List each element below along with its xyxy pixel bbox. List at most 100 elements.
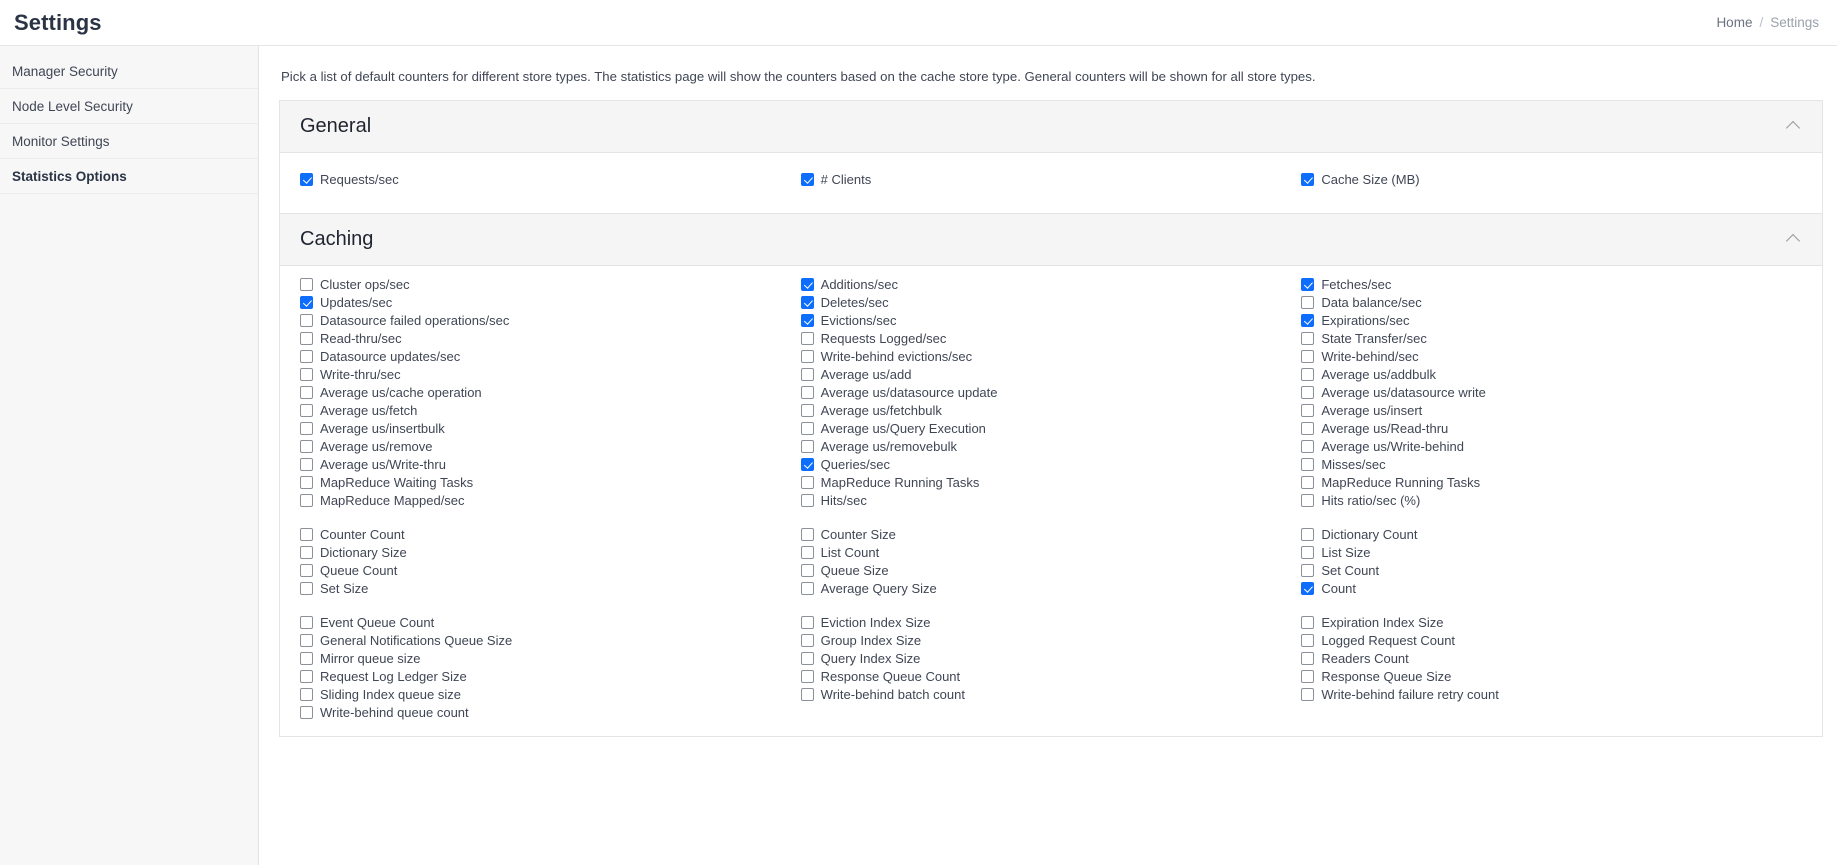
checkbox-row[interactable]: Write-behind/sec [1301, 348, 1802, 366]
checkbox-row[interactable]: Write-behind evictions/sec [800, 348, 1302, 366]
checkbox-unchecked-icon[interactable] [800, 493, 814, 507]
checkbox-unchecked-icon[interactable] [300, 313, 313, 327]
checkbox-unchecked-icon[interactable] [1301, 687, 1315, 701]
checkbox-row[interactable]: Expiration Index Size [1301, 614, 1802, 632]
checkbox-checked-icon[interactable] [300, 172, 313, 186]
checkbox-unchecked-icon[interactable] [800, 475, 814, 489]
checkbox-row[interactable]: MapReduce Mapped/sec [300, 492, 801, 510]
checkbox-unchecked-icon[interactable] [800, 615, 814, 629]
checkbox-unchecked-icon[interactable] [300, 277, 313, 291]
checkbox-row[interactable]: Counter Size [800, 526, 1302, 544]
checkbox-checked-icon[interactable] [1301, 313, 1315, 327]
checkbox-checked-icon[interactable] [1301, 581, 1315, 595]
checkbox-row[interactable]: Response Queue Size [1301, 668, 1802, 686]
checkbox-unchecked-icon[interactable] [800, 669, 814, 683]
checkbox-row[interactable]: Request Log Ledger Size [300, 668, 801, 686]
checkbox-unchecked-icon[interactable] [300, 331, 313, 345]
section-header-caching[interactable]: Caching [280, 213, 1822, 266]
checkbox-checked-icon[interactable] [1301, 172, 1315, 186]
checkbox-row[interactable]: Datasource failed operations/sec [300, 312, 801, 330]
checkbox-unchecked-icon[interactable] [800, 385, 814, 399]
checkbox-unchecked-icon[interactable] [1301, 367, 1315, 381]
checkbox-row[interactable]: Expirations/sec [1301, 312, 1802, 330]
checkbox-unchecked-icon[interactable] [1301, 295, 1315, 309]
checkbox-row[interactable]: Write-behind failure retry count [1301, 686, 1802, 704]
checkbox-unchecked-icon[interactable] [1301, 493, 1315, 507]
checkbox-row[interactable]: Data balance/sec [1301, 294, 1802, 312]
sidebar-item-monitor-settings[interactable]: Monitor Settings [0, 124, 258, 159]
checkbox-unchecked-icon[interactable] [800, 581, 814, 595]
checkbox-unchecked-icon[interactable] [1301, 349, 1315, 363]
checkbox-row[interactable]: Query Index Size [800, 650, 1302, 668]
checkbox-unchecked-icon[interactable] [800, 331, 814, 345]
checkbox-unchecked-icon[interactable] [300, 615, 313, 629]
checkbox-row[interactable]: Average us/insertbulk [300, 420, 801, 438]
checkbox-row[interactable]: Count [1301, 580, 1802, 598]
checkbox-row[interactable]: Average us/datasource update [800, 384, 1302, 402]
chevron-up-icon[interactable] [1786, 231, 1802, 247]
checkbox-unchecked-icon[interactable] [300, 457, 313, 471]
checkbox-row[interactable]: MapReduce Running Tasks [800, 474, 1302, 492]
checkbox-unchecked-icon[interactable] [800, 687, 814, 701]
checkbox-unchecked-icon[interactable] [1301, 457, 1315, 471]
checkbox-row[interactable]: State Transfer/sec [1301, 330, 1802, 348]
checkbox-unchecked-icon[interactable] [300, 421, 313, 435]
checkbox-row[interactable]: Average us/Read-thru [1301, 420, 1802, 438]
sidebar-item-manager-security[interactable]: Manager Security [0, 54, 258, 89]
checkbox-row[interactable]: List Count [800, 544, 1302, 562]
checkbox-checked-icon[interactable] [1301, 277, 1315, 291]
checkbox-row[interactable]: MapReduce Running Tasks [1301, 474, 1802, 492]
checkbox-unchecked-icon[interactable] [300, 403, 313, 417]
checkbox-checked-icon[interactable] [800, 457, 814, 471]
checkbox-unchecked-icon[interactable] [1301, 421, 1315, 435]
checkbox-row[interactable]: Average us/fetch [300, 402, 801, 420]
checkbox-unchecked-icon[interactable] [300, 669, 313, 683]
checkbox-unchecked-icon[interactable] [1301, 439, 1315, 453]
checkbox-row[interactable]: Deletes/sec [800, 294, 1302, 312]
checkbox-unchecked-icon[interactable] [1301, 545, 1315, 559]
checkbox-row[interactable]: Write-behind batch count [800, 686, 1302, 704]
checkbox-unchecked-icon[interactable] [300, 633, 313, 647]
checkbox-row[interactable]: Cluster ops/sec [300, 276, 801, 294]
checkbox-unchecked-icon[interactable] [300, 367, 313, 381]
checkbox-unchecked-icon[interactable] [300, 493, 313, 507]
checkbox-checked-icon[interactable] [800, 313, 814, 327]
checkbox-row[interactable]: Read-thru/sec [300, 330, 801, 348]
checkbox-row[interactable]: Average us/Write-thru [300, 456, 801, 474]
checkbox-row[interactable]: Write-behind queue count [300, 704, 801, 722]
checkbox-row[interactable]: Average us/remove [300, 438, 801, 456]
chevron-up-icon[interactable] [1786, 118, 1802, 134]
checkbox-row[interactable]: Set Size [300, 580, 801, 598]
sidebar-item-node-level-security[interactable]: Node Level Security [0, 89, 258, 124]
checkbox-unchecked-icon[interactable] [800, 421, 814, 435]
checkbox-row[interactable]: Mirror queue size [300, 650, 801, 668]
checkbox-row[interactable]: Additions/sec [800, 276, 1302, 294]
checkbox-row[interactable]: Response Queue Count [800, 668, 1302, 686]
checkbox-row[interactable]: Dictionary Size [300, 544, 801, 562]
checkbox-unchecked-icon[interactable] [300, 705, 313, 719]
checkbox-unchecked-icon[interactable] [800, 403, 814, 417]
checkbox-unchecked-icon[interactable] [300, 385, 313, 399]
checkbox-row[interactable]: Average us/Query Execution [800, 420, 1302, 438]
checkbox-row[interactable]: Average us/Write-behind [1301, 438, 1802, 456]
checkbox-unchecked-icon[interactable] [1301, 331, 1315, 345]
checkbox-row[interactable]: Datasource updates/sec [300, 348, 801, 366]
checkbox-row[interactable]: General Notifications Queue Size [300, 632, 801, 650]
checkbox-row[interactable]: Average us/removebulk [800, 438, 1302, 456]
checkbox-row[interactable]: Requests/sec [300, 171, 801, 189]
checkbox-row[interactable]: Cache Size (MB) [1301, 171, 1802, 189]
checkbox-row[interactable]: Average us/fetchbulk [800, 402, 1302, 420]
checkbox-row[interactable]: List Size [1301, 544, 1802, 562]
checkbox-unchecked-icon[interactable] [800, 349, 814, 363]
checkbox-row[interactable]: Hits/sec [800, 492, 1302, 510]
checkbox-row[interactable]: Eviction Index Size [800, 614, 1302, 632]
checkbox-row[interactable]: Misses/sec [1301, 456, 1802, 474]
checkbox-unchecked-icon[interactable] [300, 651, 313, 665]
checkbox-unchecked-icon[interactable] [300, 563, 313, 577]
checkbox-row[interactable]: Average Query Size [800, 580, 1302, 598]
checkbox-row[interactable]: Sliding Index queue size [300, 686, 801, 704]
checkbox-unchecked-icon[interactable] [1301, 651, 1315, 665]
checkbox-row[interactable]: Queue Size [800, 562, 1302, 580]
checkbox-row[interactable]: Write-thru/sec [300, 366, 801, 384]
checkbox-row[interactable]: Average us/datasource write [1301, 384, 1802, 402]
